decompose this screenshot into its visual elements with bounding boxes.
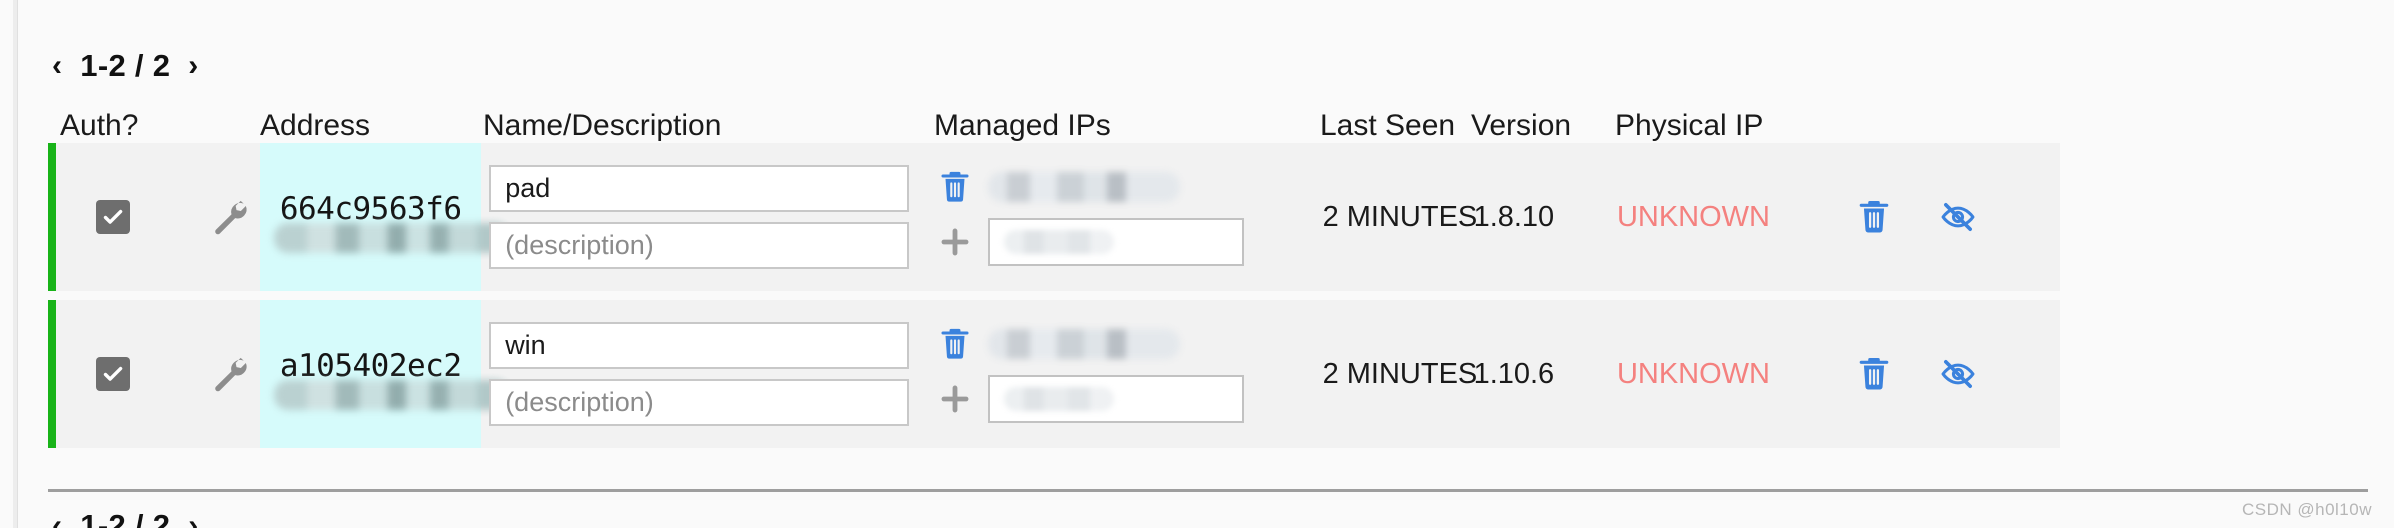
plus-icon[interactable] xyxy=(938,223,972,261)
cell-last-seen: 2 MINUTES xyxy=(1323,300,1478,448)
wrench-icon[interactable] xyxy=(210,197,250,237)
watermark: CSDN @h0l10w xyxy=(2241,500,2372,519)
node-address-secondary-redacted xyxy=(274,380,511,410)
chevron-left-icon[interactable]: ‹ xyxy=(52,511,62,528)
members-table: Auth? Address Name/Description Managed I… xyxy=(48,95,2060,457)
managed-ip-input[interactable] xyxy=(988,375,1245,423)
node-address: 664c9563f6 xyxy=(279,190,462,227)
table-header-row: Auth? Address Name/Description Managed I… xyxy=(48,95,2060,143)
name-input[interactable]: win xyxy=(489,322,910,369)
eye-off-icon[interactable] xyxy=(1940,197,1976,237)
column-header-name: Name/Description xyxy=(483,109,722,142)
version-value: 1.10.6 xyxy=(1473,357,1555,390)
chevron-right-icon[interactable]: › xyxy=(188,51,198,81)
managed-ip-input-value-redacted xyxy=(1004,387,1115,411)
cell-managed-ips xyxy=(929,143,1322,291)
cell-managed-ips xyxy=(929,300,1322,448)
description-input[interactable]: (description) xyxy=(489,222,910,269)
chevron-left-icon[interactable]: ‹ xyxy=(52,51,62,81)
name-input[interactable]: pad xyxy=(489,165,910,212)
column-header-managed-ips: Managed IPs xyxy=(934,109,1111,142)
eye-off-icon[interactable] xyxy=(1940,354,1976,394)
managed-ip-input[interactable] xyxy=(988,218,1245,266)
trash-icon[interactable] xyxy=(938,168,972,206)
pagination-label: 1-2 / 2 xyxy=(80,508,171,528)
managed-ip-add-row xyxy=(938,375,1310,423)
pagination-bottom: ‹ 1-2 / 2 › xyxy=(52,508,199,528)
left-panel-edge xyxy=(13,0,18,528)
cell-address: 664c9563f6 xyxy=(260,143,511,291)
column-header-physical-ip: Physical IP xyxy=(1615,109,1764,142)
version-value: 1.8.10 xyxy=(1473,200,1555,233)
cell-name-description: win (description) xyxy=(481,300,929,448)
managed-ip-value-redacted xyxy=(988,172,1181,202)
cell-address: a105402ec2 xyxy=(260,300,511,448)
managed-ip-value-redacted xyxy=(988,329,1181,359)
column-header-last-seen: Last Seen xyxy=(1320,109,1456,142)
table-row: 664c9563f6 pad (description) 2 MINUTES 1… xyxy=(48,143,2060,291)
table-bottom-divider xyxy=(48,489,2368,492)
cell-actions xyxy=(1816,300,2060,448)
checkbox-checked-icon[interactable] xyxy=(96,200,130,234)
column-header-address: Address xyxy=(260,109,371,142)
trash-icon[interactable] xyxy=(1856,354,1892,394)
checkbox-checked-icon[interactable] xyxy=(96,357,130,391)
pagination-label: 1-2 / 2 xyxy=(80,48,171,83)
managed-ip-row xyxy=(938,168,1310,206)
cell-physical-ip: UNKNOWN xyxy=(1612,300,1816,448)
cell-auth xyxy=(56,300,260,448)
cell-name-description: pad (description) xyxy=(481,143,929,291)
managed-ip-add-row xyxy=(938,218,1310,266)
cell-last-seen: 2 MINUTES xyxy=(1323,143,1478,291)
managed-ip-input-value-redacted xyxy=(1004,230,1115,254)
table-row: a105402ec2 win (description) 2 MINUTES 1… xyxy=(48,300,2060,448)
last-seen-value: 2 MINUTES xyxy=(1322,357,1478,390)
cell-physical-ip: UNKNOWN xyxy=(1612,143,1816,291)
node-address-secondary-redacted xyxy=(274,223,511,253)
chevron-right-icon[interactable]: › xyxy=(188,511,198,528)
cell-version: 1.10.6 xyxy=(1471,300,1612,448)
pagination-top: ‹ 1-2 / 2 › xyxy=(52,48,199,84)
last-seen-value: 2 MINUTES xyxy=(1322,200,1478,233)
zerotier-members-table-page: ‹ 1-2 / 2 › Auth? Address Name/Descripti… xyxy=(0,0,2394,528)
cell-auth xyxy=(56,143,260,291)
physical-ip-value: UNKNOWN xyxy=(1616,357,1770,390)
cell-actions xyxy=(1816,143,2060,291)
wrench-icon[interactable] xyxy=(210,354,250,394)
trash-icon[interactable] xyxy=(1856,197,1892,237)
trash-icon[interactable] xyxy=(938,325,972,363)
plus-icon[interactable] xyxy=(938,380,972,418)
managed-ip-row xyxy=(938,325,1310,363)
physical-ip-value: UNKNOWN xyxy=(1616,200,1770,233)
description-input[interactable]: (description) xyxy=(489,379,910,426)
node-address: a105402ec2 xyxy=(279,347,462,384)
column-header-auth: Auth? xyxy=(60,109,139,142)
column-header-version: Version xyxy=(1471,109,1572,142)
cell-version: 1.8.10 xyxy=(1471,143,1612,291)
